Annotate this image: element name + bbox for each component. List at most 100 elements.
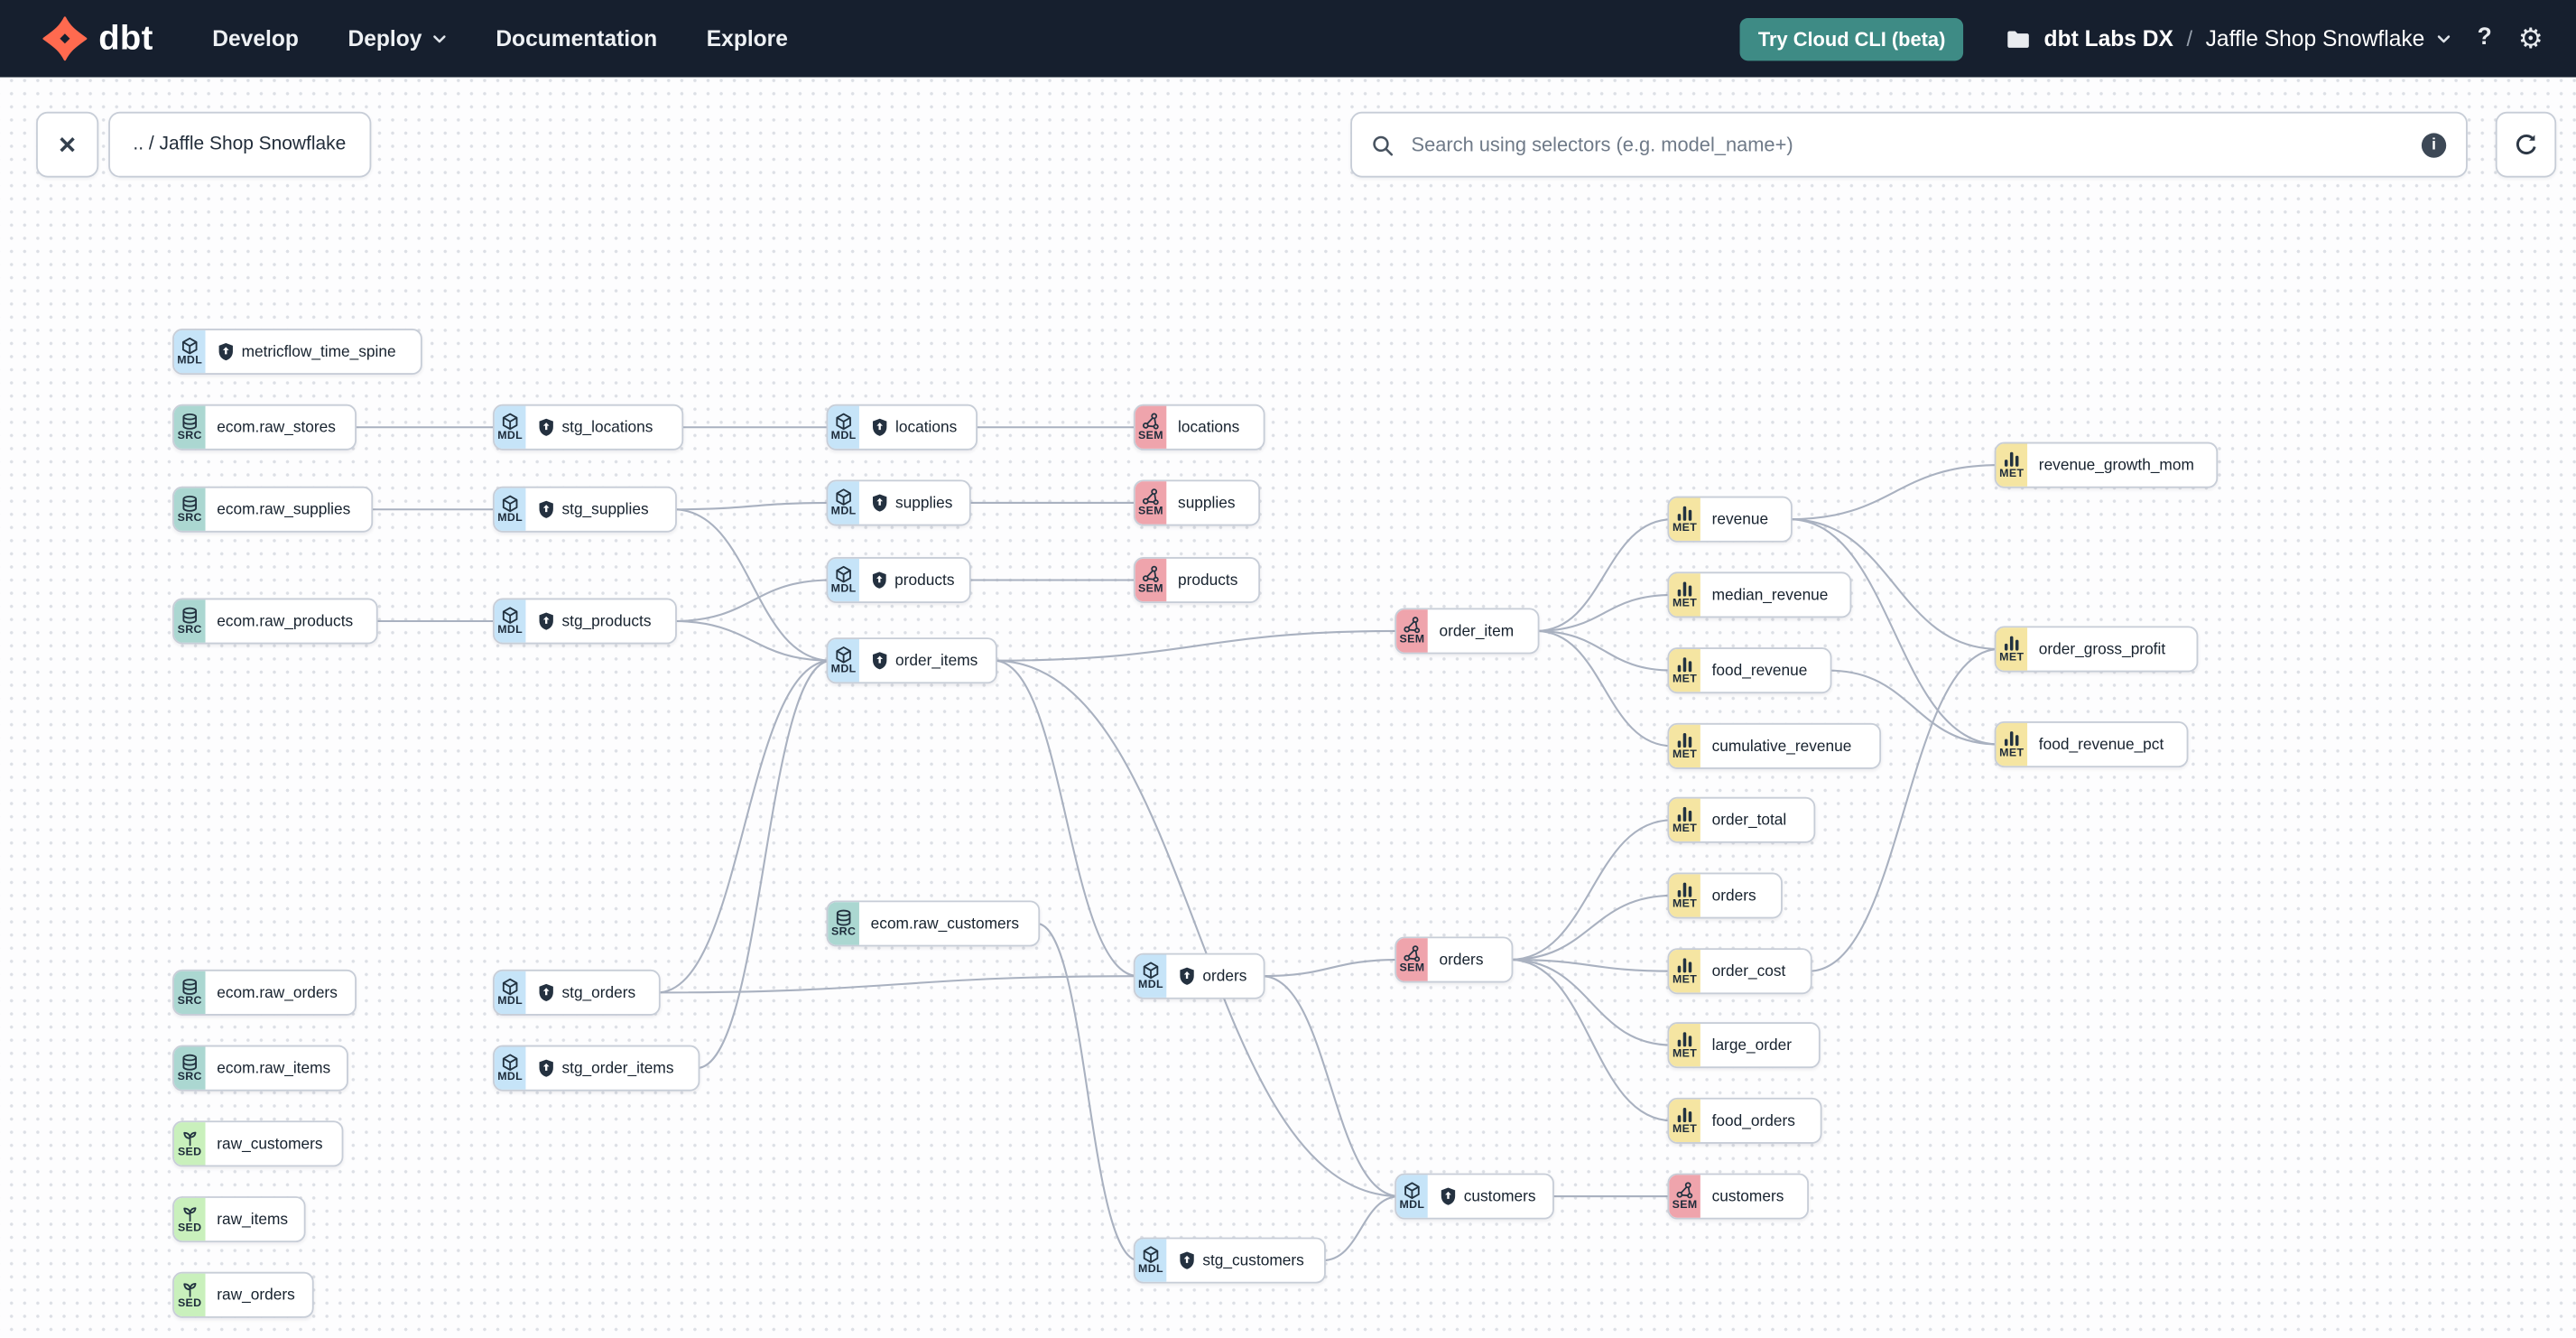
node-label: stg_orders [561,983,636,1002]
refresh-icon [2516,134,2536,154]
node-mdl_orders[interactable]: MDL orders [1133,952,1265,999]
node-mdl_customers[interactable]: MDL customers [1395,1173,1554,1220]
node-met_food_revenue_pct[interactable]: MET food_revenue_pct [1994,721,2189,768]
node-sed_raw_customers[interactable]: SED raw_customers [172,1120,344,1167]
node-mdl_stg_locations[interactable]: MDL stg_locations [493,404,684,451]
bar-chart-icon: MET [1669,1099,1700,1143]
shield-icon [1441,1187,1456,1205]
shield-icon [873,494,887,512]
node-met_cumulative_revenue[interactable]: MET cumulative_revenue [1667,722,1882,769]
node-label: median_revenue [1711,585,1829,604]
close-button[interactable]: ✕ [36,111,99,178]
node-label: raw_orders [217,1286,295,1305]
nav-item-deploy[interactable]: Deploy [347,26,446,51]
node-src_raw_items[interactable]: SRC ecom.raw_items [172,1045,348,1092]
database-icon: SRC [173,971,206,1015]
help-icon[interactable]: ? [2478,27,2492,51]
node-met_order_gross_profit[interactable]: MET order_gross_profit [1994,626,2199,673]
bar-chart-icon: MET [1669,950,1700,993]
node-mdl_stg_order_items[interactable]: MDL stg_order_items [493,1045,700,1092]
cube-icon: MDL [1135,1239,1167,1282]
node-sem_orders[interactable]: SEM orders [1395,936,1514,983]
node-label: ecom.raw_supplies [217,500,351,519]
node-mdl_metricflow_time_spine[interactable]: MDL metricflow_time_spine [172,329,422,375]
node-src_raw_stores[interactable]: SRC ecom.raw_stores [172,404,357,451]
node-met_order_cost[interactable]: MET order_cost [1667,948,1812,995]
nav-item-develop[interactable]: Develop [212,26,299,51]
search-icon [1373,135,1394,155]
seed-icon: SED [173,1197,206,1241]
node-met_revenue_growth_mom[interactable]: MET revenue_growth_mom [1994,441,2219,488]
node-mdl_products[interactable]: MDL products [826,557,971,603]
bar-chart-icon: MET [1669,1023,1700,1067]
bar-chart-icon: MET [1996,443,2028,487]
nav-item-documentation[interactable]: Documentation [496,26,657,51]
node-mdl_stg_orders[interactable]: MDL stg_orders [493,969,661,1016]
node-met_orders[interactable]: MET orders [1667,872,1783,919]
top-nav-bar: dbt Develop Deploy Documentation Explore… [0,0,2576,78]
dbt-logo[interactable]: dbt [42,16,153,61]
database-icon: SRC [173,405,206,449]
try-cloud-cli-button[interactable]: Try Cloud CLI (beta) [1739,17,1964,60]
node-sem_customers[interactable]: SEM customers [1667,1173,1809,1220]
logo-text: dbt [98,19,153,58]
refresh-button[interactable] [2495,111,2557,178]
info-icon[interactable]: i [2421,132,2447,157]
node-mdl_stg_supplies[interactable]: MDL stg_supplies [493,486,677,533]
node-label: revenue [1711,510,1769,529]
search-input[interactable] [1407,131,2407,158]
node-mdl_supplies[interactable]: MDL supplies [826,479,971,526]
node-met_order_total[interactable]: MET order_total [1667,796,1816,843]
node-sed_raw_items[interactable]: SED raw_items [172,1196,306,1243]
node-src_raw_products[interactable]: SRC ecom.raw_products [172,598,378,645]
node-label: metricflow_time_spine [241,342,396,361]
node-label: products [1178,571,1238,590]
shield-icon [539,418,553,436]
shield-icon [872,571,886,589]
node-mdl_locations[interactable]: MDL locations [826,404,978,451]
shield-icon [873,652,887,670]
bar-chart-icon: MET [1996,627,2028,671]
node-met_large_order[interactable]: MET large_order [1667,1022,1821,1069]
breadcrumb[interactable]: .. / Jaffle Shop Snowflake [108,111,371,178]
path-separator: / [2186,26,2193,51]
node-sem_locations[interactable]: SEM locations [1133,404,1265,451]
cube-icon: MDL [494,1046,526,1090]
nav-item-explore[interactable]: Explore [707,26,788,51]
lineage-canvas[interactable] [0,77,2576,1338]
cube-icon: MDL [828,639,859,683]
shield-icon [218,343,233,361]
node-mdl_stg_products[interactable]: MDL stg_products [493,598,677,645]
node-label: raw_items [217,1210,289,1229]
node-sed_raw_orders[interactable]: SED raw_orders [172,1271,314,1318]
shield-icon [1180,967,1194,985]
node-src_raw_customers[interactable]: SRC ecom.raw_customers [826,900,1041,947]
node-src_raw_supplies[interactable]: SRC ecom.raw_supplies [172,486,374,533]
node-label: supplies [1178,493,1236,512]
project-selector[interactable]: dbt Labs DX / Jaffle Shop Snowflake [2006,26,2451,51]
node-sem_supplies[interactable]: SEM supplies [1133,479,1261,526]
node-label: food_orders [1711,1111,1795,1130]
bar-chart-icon: MET [1669,874,1700,917]
cube-icon: MDL [173,330,206,374]
bar-chart-icon: MET [1669,497,1700,541]
gear-icon[interactable]: ⚙ [2518,24,2544,52]
shield-icon [1180,1251,1194,1269]
shield-icon [873,418,887,436]
node-mdl_order_items[interactable]: MDL order_items [826,637,997,684]
node-sem_order_item[interactable]: SEM order_item [1395,608,1540,655]
node-met_food_orders[interactable]: MET food_orders [1667,1097,1822,1144]
cube-icon: MDL [494,488,526,531]
bar-chart-icon: MET [1669,798,1700,841]
node-src_raw_orders[interactable]: SRC ecom.raw_orders [172,969,357,1016]
node-met_food_revenue[interactable]: MET food_revenue [1667,647,1832,694]
node-mdl_stg_customers[interactable]: MDL stg_customers [1133,1237,1326,1284]
node-met_revenue[interactable]: MET revenue [1667,496,1793,543]
node-label: order_cost [1711,962,1786,980]
node-met_median_revenue[interactable]: MET median_revenue [1667,571,1852,618]
folder-icon [2007,30,2030,48]
bar-chart-icon: MET [1669,724,1700,768]
node-sem_products[interactable]: SEM products [1133,557,1261,603]
node-label: orders [1439,950,1484,969]
node-label: orders [1711,886,1756,905]
